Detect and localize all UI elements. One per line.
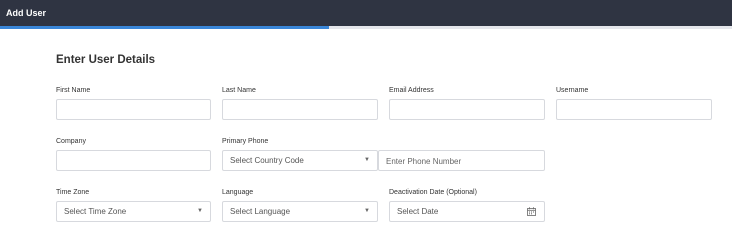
progress-bar <box>0 26 732 29</box>
username-input[interactable] <box>557 101 711 120</box>
language-label: Language <box>222 189 254 196</box>
username-label: Username <box>556 87 589 94</box>
company-field[interactable] <box>56 150 211 171</box>
deactivation-date-label: Deactivation Date (Optional) <box>389 189 477 196</box>
chevron-down-icon: ▼ <box>364 157 370 163</box>
country-code-placeholder: Select Country Code <box>230 156 304 165</box>
progress-fill <box>0 26 330 29</box>
time-zone-select[interactable]: Select Time Zone ▼ <box>56 201 211 222</box>
username-field[interactable] <box>556 99 712 120</box>
email-label: Email Address <box>389 87 434 94</box>
time-zone-placeholder: Select Time Zone <box>64 207 127 216</box>
language-placeholder: Select Language <box>230 207 291 216</box>
calendar-icon[interactable] <box>527 207 536 216</box>
last-name-input[interactable] <box>223 101 377 120</box>
chevron-down-icon: ▼ <box>197 208 203 214</box>
first-name-field[interactable] <box>56 99 211 120</box>
time-zone-label: Time Zone <box>56 189 90 196</box>
deactivation-date-placeholder: Select Date <box>397 207 439 216</box>
first-name-input[interactable] <box>57 101 210 120</box>
page-title: Enter User Details <box>56 54 156 66</box>
email-field[interactable] <box>389 99 545 120</box>
email-input[interactable] <box>390 101 544 120</box>
company-input[interactable] <box>57 152 210 171</box>
phone-number-input[interactable] <box>379 152 544 171</box>
last-name-label: Last Name <box>222 87 256 94</box>
primary-phone-label: Primary Phone <box>222 138 269 145</box>
country-code-select[interactable]: Select Country Code ▼ <box>222 150 378 171</box>
window-title: Add User <box>0 0 732 26</box>
company-label: Company <box>56 138 86 145</box>
phone-number-field[interactable] <box>378 150 545 171</box>
deactivation-date-picker[interactable]: Select Date <box>389 201 545 222</box>
chevron-down-icon: ▼ <box>364 208 370 214</box>
last-name-field[interactable] <box>222 99 378 120</box>
first-name-label: First Name <box>56 87 91 94</box>
language-select[interactable]: Select Language ▼ <box>222 201 378 222</box>
